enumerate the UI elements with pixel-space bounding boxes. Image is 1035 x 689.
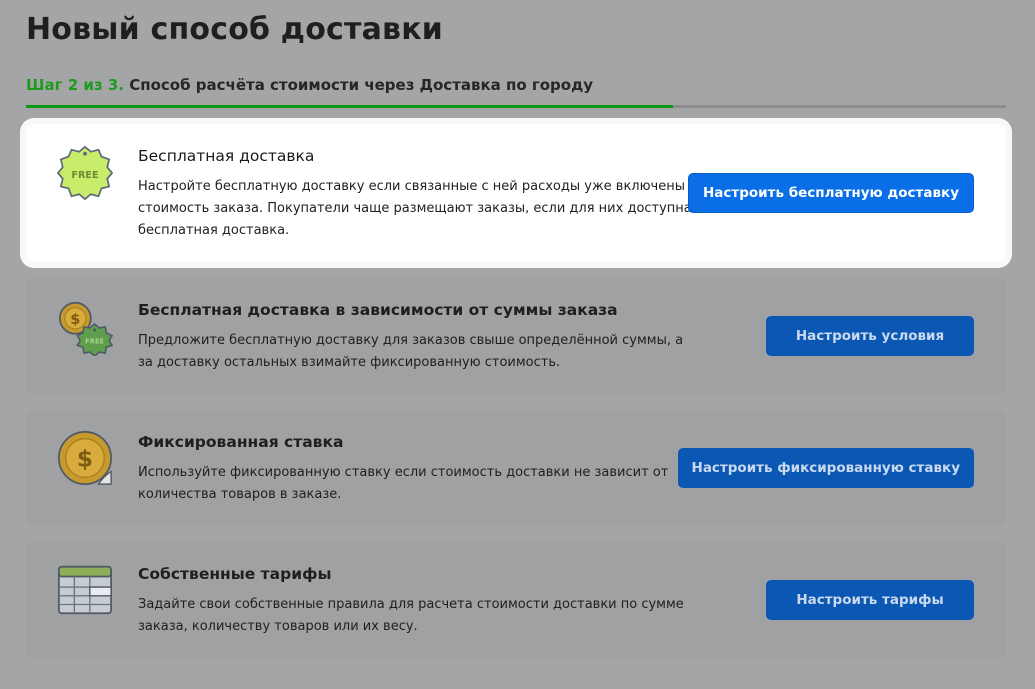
option-description: Задайте свои собственные правила для рас… [138,597,684,634]
option-title: Бесплатная доставка [138,147,315,165]
free-badge-icon: FREE [56,145,114,201]
option-card-conditional-free-delivery: $ FREE Бесплатная доставка в зависимости… [26,278,1006,394]
step-progress-bar [26,105,1006,108]
svg-text:$: $ [77,446,93,473]
option-description: Предложите бесплатную доставку для заказ… [138,333,684,370]
step-indicator: Шаг 2 из 3. Способ расчёта стоимости чер… [26,76,593,94]
option-description: Используйте фиксированную ставку если ст… [138,465,669,502]
step-progress-fill [26,105,673,108]
option-description: Настройте бесплатную доставку если связа… [138,179,697,238]
free-badge-label: FREE [71,170,98,181]
table-grid-icon [58,565,112,615]
option-title: Фиксированная ставка [138,433,344,451]
setup-fixed-rate-button[interactable]: Настроить фиксированную ставку [677,448,974,488]
option-card-free-delivery: FREE Бесплатная доставка Настройте беспл… [26,124,1006,262]
free-badge-label: FREE [85,337,104,345]
step-number: Шаг 2 из 3. [26,76,124,94]
setup-free-delivery-button[interactable]: Настроить бесплатную доставку [688,173,974,213]
page-title: Новый способ доставки [26,12,444,47]
option-card-custom-rates: Собственные тарифы Задайте свои собствен… [26,542,1006,658]
option-title: Собственные тарифы [138,565,332,583]
svg-text:$: $ [70,312,80,328]
coin-free-badge-icon: $ FREE [58,301,114,356]
setup-rates-button[interactable]: Настроить тарифы [766,580,974,620]
setup-conditions-button[interactable]: Настроить условия [766,316,974,356]
option-title: Бесплатная доставка в зависимости от сум… [138,301,618,319]
step-description: Способ расчёта стоимости через Доставка … [129,76,593,94]
dollar-coin-sticker-icon: $ [58,431,112,485]
option-card-fixed-rate: $ Фиксированная ставка Используйте фикси… [26,410,1006,526]
